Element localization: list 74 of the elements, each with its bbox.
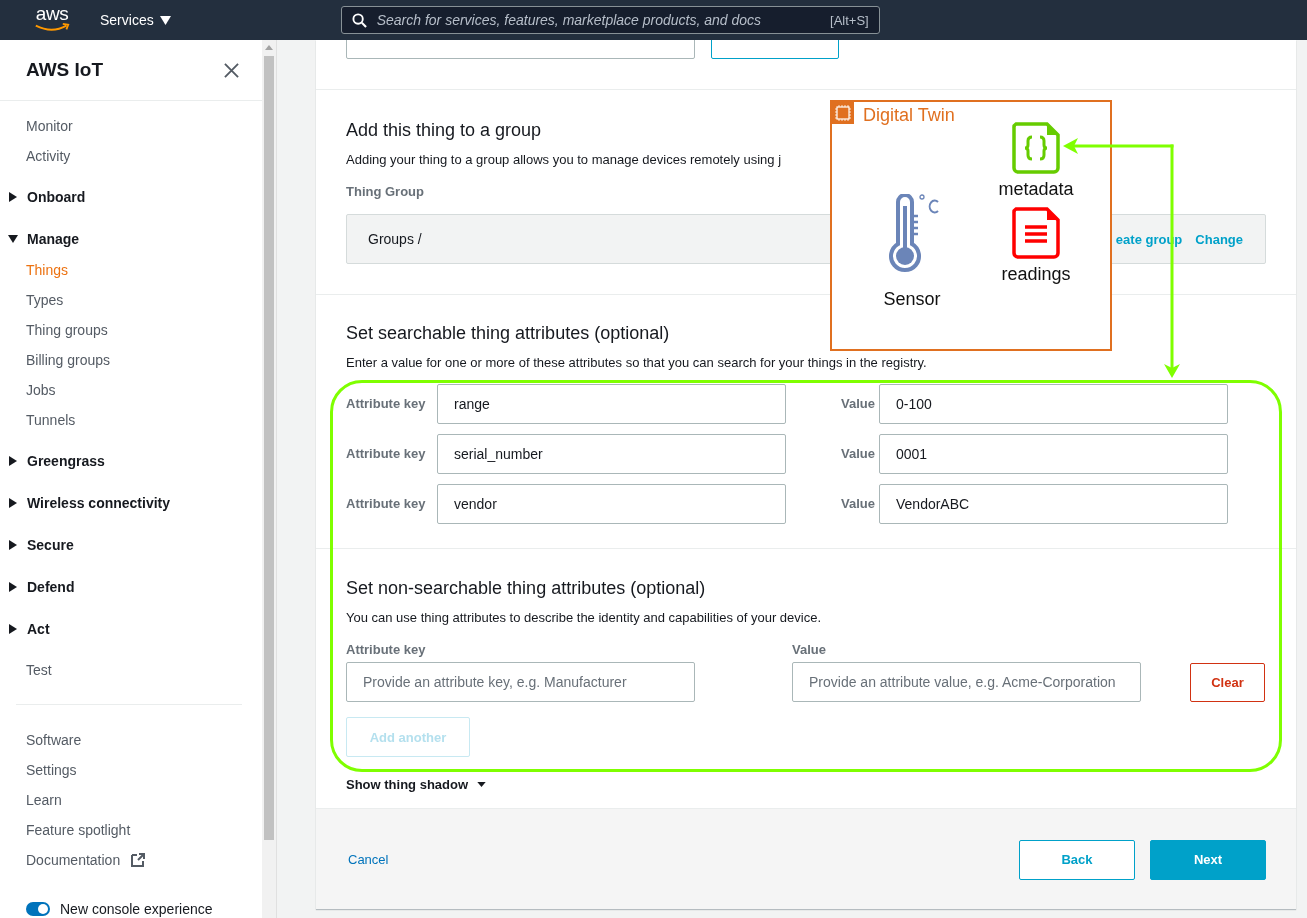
attribute-key-field[interactable]: serial_number [437,434,786,474]
node-label: metadata [998,178,1074,200]
nav-section[interactable]: Wireless connectivity [0,487,262,519]
section-description: Adding your thing to a group allows you to manage devices remotely using j [346,151,783,169]
toggle-label: New console experience [60,901,213,917]
code-file-icon [1012,122,1060,174]
sidebar-title: AWS IoT [26,59,104,81]
section-title: Set non-searchable thing attributes (optional) [346,577,707,600]
nav-link[interactable]: Software [26,732,82,748]
close-icon[interactable] [224,62,239,78]
nav-link[interactable]: Settings [26,762,77,778]
nav-item[interactable]: Thing groups [0,315,262,345]
caret-icon [9,192,17,202]
nav-item[interactable]: Billing groups [0,345,262,375]
field-label: Attribute key [346,495,427,513]
section-title: Set searchable thing attributes (optional) [346,322,671,345]
section-description: You can use thing attributes to describe the identity and capabilities of your device. [346,609,823,627]
nav-item[interactable]: Types [0,285,262,315]
caret-icon [9,582,17,592]
aws-logo[interactable]: aws [33,5,71,35]
field-label: Attribute key [346,445,427,463]
attribute-value-field[interactable]: VendorABC [879,484,1228,524]
node-label: readings [1001,263,1071,285]
caret-icon [477,781,487,787]
section-title: Add this thing to a group [346,119,543,142]
attribute-key-field[interactable]: range [437,384,786,424]
nav-section[interactable]: Manage [0,223,262,255]
section-description: Enter a value for one or more of these attributes so that you can search for your things in the registry. [346,354,928,372]
nav-section[interactable]: Defend [0,571,262,603]
expander-link[interactable]: Show thing shadow [346,776,469,792]
attribute-key-field[interactable]: Provide an attribute key, e.g. Manufacturer [346,662,695,702]
document-icon [1012,207,1060,259]
caret-icon [9,498,17,508]
breadcrumb[interactable]: Groups / [368,231,422,247]
toggle-switch[interactable] [26,902,50,916]
nav-link[interactable]: Learn [26,792,62,808]
field-label: Value [840,395,876,413]
diagram-title: Digital Twin [863,104,955,126]
attribute-value-field[interactable]: Provide an attribute value, e.g. Acme-Corporation [792,662,1141,702]
nav-section[interactable]: Onboard [0,181,262,213]
field-label: Value [840,495,876,513]
scrollbar[interactable] [262,40,277,918]
nav-link[interactable]: Documentation [26,852,121,868]
attribute-key-field[interactable]: vendor [437,484,786,524]
nav-section[interactable]: Greengrass [0,445,262,477]
caret-icon [9,624,17,634]
field-label: Value [840,445,876,463]
nav-item[interactable]: Jobs [0,375,262,405]
nav-item[interactable]: Tunnels [0,405,262,435]
field-label: Thing Group [346,183,424,201]
caret-icon [159,15,171,25]
field-label: Attribute key [346,641,427,659]
nav-link[interactable]: Feature spotlight [26,822,131,838]
attribute-value-field[interactable]: 0-100 [879,384,1228,424]
search-field[interactable]: Search for services, features, marketplace products, and docs [Alt+S] [340,6,880,34]
nav-item[interactable]: Test [0,655,262,685]
field-label: Value [792,641,827,659]
attribute-value-field[interactable]: 0001 [879,434,1228,474]
nav-item[interactable]: Activity [0,141,262,171]
caret-icon [8,235,18,243]
caret-icon [9,456,17,466]
clear-button[interactable]: Clear [1190,662,1265,702]
cancel-link[interactable]: Cancel [348,852,389,867]
services-menu[interactable]: Services [100,12,171,28]
nav-item[interactable]: Monitor [0,111,262,141]
field-label: Attribute key [346,395,427,413]
external-link-icon [131,853,146,867]
scroll-up-icon[interactable] [265,45,273,50]
caret-icon [9,540,17,550]
node-label: Sensor [883,288,941,310]
nav-section[interactable]: Act [0,613,262,645]
nav-section[interactable]: Secure [0,529,262,561]
search-icon [351,12,367,28]
shortcut-hint: [Alt+S] [830,12,869,28]
